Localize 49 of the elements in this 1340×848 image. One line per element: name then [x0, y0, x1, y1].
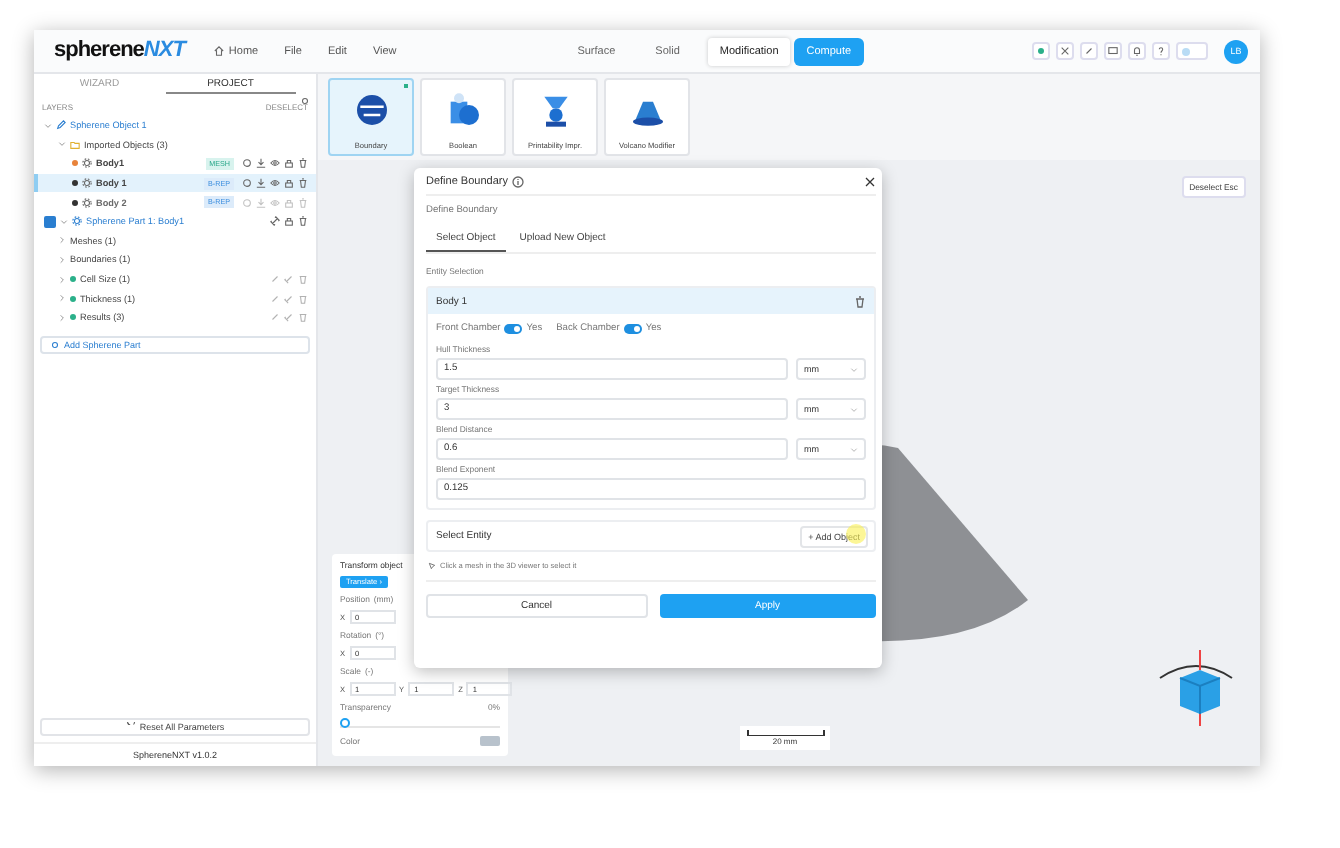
chevron-icon[interactable]: [58, 236, 66, 245]
question-icon: [1156, 46, 1167, 56]
bell-button[interactable]: [1128, 42, 1147, 60]
lock-icon: [284, 197, 294, 208]
lock-icon: [284, 178, 294, 189]
chat-button[interactable]: [1104, 42, 1123, 60]
chevron-icon[interactable]: [58, 275, 66, 284]
eye-icon: [270, 197, 280, 208]
eye-icon: [270, 158, 280, 169]
toggle-switch[interactable]: [623, 324, 642, 334]
gear-icon: [50, 339, 60, 350]
checkbox[interactable]: [44, 215, 56, 228]
tool-icon: [351, 90, 391, 130]
color-swatch[interactable]: [480, 736, 500, 746]
logo: sphereneNXT: [52, 38, 189, 64]
trash-icon: [298, 178, 308, 189]
chevron-icon[interactable]: [58, 313, 66, 322]
chevron-icon: [850, 365, 858, 373]
chevron-icon: [850, 405, 858, 413]
trash-icon: [298, 197, 308, 208]
cross-icon: [1060, 46, 1071, 56]
toggle-switch[interactable]: [504, 324, 523, 334]
close-icon[interactable]: [1056, 42, 1075, 60]
download-icon: [256, 197, 266, 208]
status-icon[interactable]: [1032, 42, 1051, 60]
cursor-icon: [428, 562, 436, 570]
slider-thumb[interactable]: [340, 718, 350, 728]
bell-icon: [1132, 46, 1143, 56]
lock-icon: [284, 158, 294, 169]
info-icon: [511, 176, 524, 188]
eye-icon: [270, 178, 280, 189]
trash-icon: [298, 312, 308, 323]
close-icon: [864, 176, 876, 188]
pencil-icon: [56, 120, 66, 131]
download-icon: [256, 178, 266, 189]
home-icon: [214, 46, 225, 56]
lock-icon: [284, 216, 294, 227]
trash-icon: [298, 274, 308, 285]
folder-icon: [70, 139, 80, 150]
trash-icon: [854, 295, 866, 307]
chevron-icon[interactable]: [58, 294, 66, 303]
trash-icon: [298, 158, 308, 169]
chevron-icon: [850, 445, 858, 453]
download-icon: [256, 158, 266, 169]
chevron-icon[interactable]: [58, 255, 66, 264]
trash-icon: [298, 216, 308, 227]
chat-icon: [1108, 46, 1119, 56]
trash-icon: [298, 293, 308, 304]
theme-toggle[interactable]: [1176, 42, 1209, 60]
